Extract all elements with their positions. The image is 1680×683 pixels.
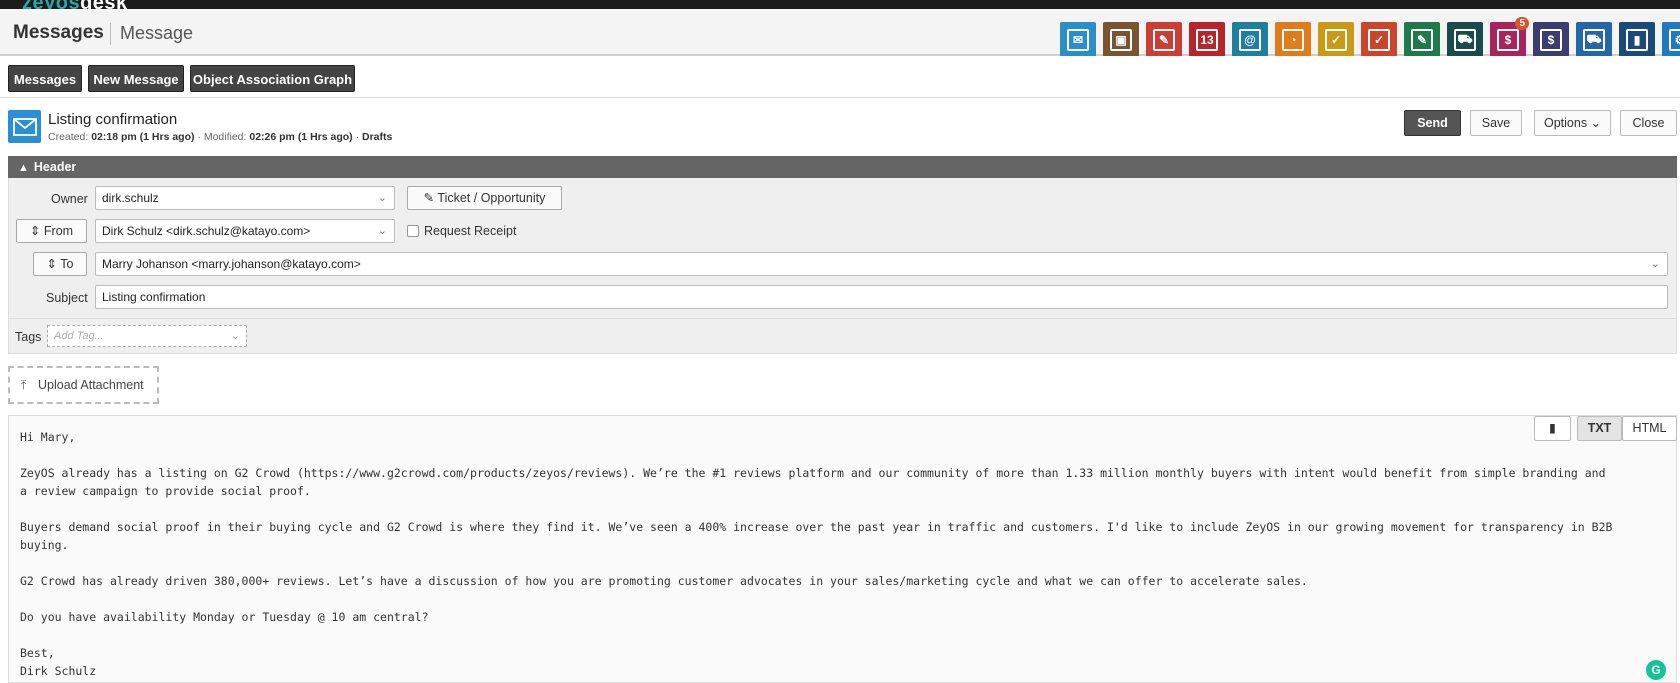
messages-button[interactable]: Messages (8, 65, 82, 92)
send-button[interactable]: Send (1404, 110, 1461, 136)
ticket-opportunity-button[interactable]: ✎ Ticket / Opportunity (407, 186, 562, 210)
upload-attachment-button[interactable]: ⤒ Upload Attachment (8, 366, 159, 404)
page-header: Messages Message ✉ ▣ ✎ 13 @ ◔ ✓ ✓ ✎ ⛟ $5 $ ⛟ ▮ ⚙ (0, 9, 1680, 58)
tasks-icon[interactable]: ✓ (1318, 22, 1354, 58)
chevron-down-icon: ⌄ (230, 330, 240, 342)
shopping-cart-icon[interactable]: ⛟ (1447, 22, 1483, 58)
bookmark-icon[interactable]: ▮ (1619, 22, 1655, 58)
close-button[interactable]: Close (1620, 110, 1677, 136)
message-title: Listing confirmation (48, 111, 178, 128)
tags-label: Tags (15, 330, 42, 344)
edit-icon[interactable]: ✎ (1404, 22, 1440, 58)
top-strip: zeyosdesk (0, 0, 1680, 9)
chevron-up-icon: ▲ (18, 162, 29, 174)
grammarly-icon[interactable]: G (1646, 660, 1666, 680)
request-receipt-checkbox[interactable] (407, 225, 419, 237)
calendar-icon[interactable]: 13 (1189, 22, 1225, 58)
tags-input[interactable]: Add Tag... ⌄ (47, 325, 247, 347)
stopwatch-icon[interactable]: ◔ (1275, 22, 1311, 58)
message-meta: Created: 02:18 pm (1 Hrs ago) · Modified… (48, 131, 393, 143)
sort-icon: ⇕ (46, 257, 58, 271)
subject-input[interactable]: Listing confirmation (95, 285, 1668, 309)
cash-register-icon[interactable]: $5 (1490, 17, 1529, 58)
save-button[interactable]: Save (1470, 110, 1522, 136)
chevron-down-icon: ⌄ (1650, 258, 1660, 270)
toolbar: Messages New Message Object Association … (0, 56, 1680, 98)
envelope-icon (8, 110, 41, 143)
owner-label: Owner (51, 192, 88, 206)
app-logo[interactable]: zeyosdesk (22, 0, 128, 9)
tags-row: Tags Add Tag... ⌄ (8, 318, 1677, 354)
message-editor[interactable]: ▮ TXT HTML Hi Mary, ZeyOS already has a … (8, 415, 1677, 683)
object-association-graph-button[interactable]: Object Association Graph (190, 65, 355, 92)
chevron-down-icon: ⌄ (377, 225, 387, 237)
address-book-icon[interactable]: @ (1232, 22, 1268, 58)
folder-check-icon[interactable]: ✓ (1361, 22, 1397, 58)
new-message-button[interactable]: New Message (88, 65, 184, 92)
message-body[interactable]: Hi Mary, ZeyOS already has a listing on … (20, 428, 1670, 680)
subject-label: Subject (46, 291, 88, 305)
notification-badge: 5 (1515, 17, 1529, 30)
contacts-icon[interactable]: ▣ (1103, 22, 1139, 58)
envelope-icon[interactable]: ✉ (1060, 22, 1096, 58)
title-divider (110, 23, 111, 45)
header-section-toggle[interactable]: ▲ Header (8, 156, 1677, 178)
from-button[interactable]: ⇕ From (16, 219, 87, 243)
truck-icon[interactable]: ⛟ (1576, 22, 1612, 58)
owner-select[interactable]: dirk.schulz ⌄ (95, 186, 395, 210)
document-icon[interactable]: ✎ (1146, 22, 1182, 58)
upload-icon: ⤒ (21, 378, 27, 392)
header-form: Owner dirk.schulz ⌄ ✎ Ticket / Opportunit… (8, 178, 1677, 318)
app-launcher: ✉ ▣ ✎ 13 @ ◔ ✓ ✓ ✎ ⛟ $5 $ ⛟ ▮ ⚙ (1060, 17, 1680, 58)
to-select[interactable]: Marry Johanson <marry.johanson@katayo.co… (95, 252, 1668, 276)
sort-icon: ⇕ (29, 224, 41, 238)
dollar-icon[interactable]: $ (1533, 22, 1569, 58)
chevron-down-icon: ⌄ (377, 192, 387, 204)
from-select[interactable]: Dirk Schulz <dirk.schulz@katayo.com> ⌄ (95, 219, 395, 243)
message-header: Listing confirmation Created: 02:18 pm (… (0, 98, 1680, 153)
edit-icon: ✎ (423, 191, 435, 205)
gear-icon[interactable]: ⚙ (1662, 22, 1680, 58)
page-title[interactable]: Messages (13, 22, 104, 44)
to-button[interactable]: ⇕ To (33, 252, 87, 276)
page-subtitle: Message (120, 23, 194, 43)
request-receipt-label: Request Receipt (424, 224, 517, 238)
options-button[interactable]: Options ⌄ (1534, 110, 1611, 136)
